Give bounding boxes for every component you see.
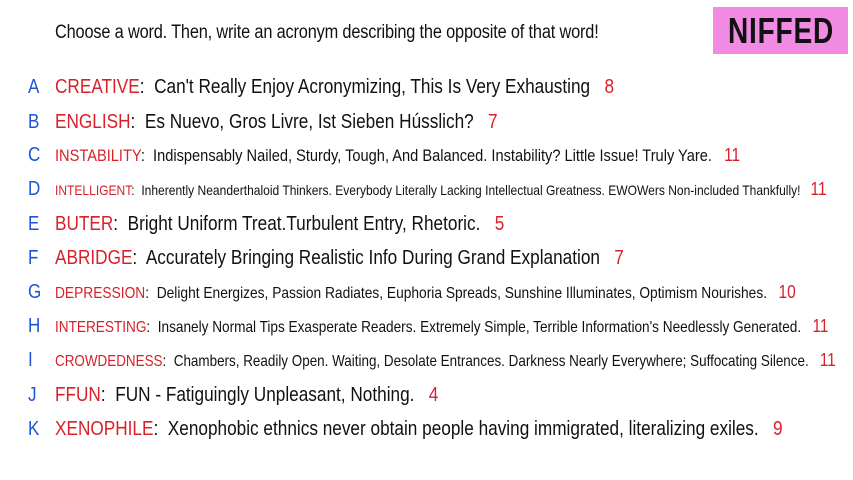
entry-score: 11 [810, 178, 827, 199]
entry-acronym: Chambers, Readily Open. Waiting, Desolat… [173, 352, 809, 370]
entry-letter: D [28, 177, 41, 200]
entry-acronym: Can't Really Enjoy Acronymizing, This Is… [154, 75, 591, 98]
entry-letter: C [28, 143, 41, 166]
entry-line: BUTER: Bright Uniform Treat.Turbulent En… [55, 213, 504, 236]
entry-acronym: Insanely Normal Tips Exasperate Readers.… [157, 318, 802, 336]
entry-separator: : [100, 383, 116, 406]
logo-text: NIFFED [727, 9, 834, 51]
entry-acronym: FUN - Fatiguingly Unpleasant, Nothing. [115, 383, 415, 406]
entry-line: DEPRESSION: Delight Energizes, Passion R… [55, 282, 796, 303]
entry-separator: : [131, 181, 142, 198]
entry-gap [480, 213, 494, 235]
entry-separator: : [145, 284, 157, 302]
entry-letter: F [28, 246, 39, 269]
entry-letter: G [28, 280, 42, 303]
entry-gap [767, 285, 778, 302]
entry-word: INSTABILITY [55, 145, 141, 165]
entry-separator: : [162, 352, 174, 370]
entry-score: 7 [614, 246, 624, 269]
entry-line: CREATIVE: Can't Really Enjoy Acronymizin… [55, 76, 614, 99]
entry-word: INTELLIGENT [55, 181, 132, 198]
entry-score: 7 [488, 110, 498, 133]
entry-score: 10 [778, 281, 796, 302]
niffed-logo: NIFFED [713, 7, 848, 54]
entry-row: J FFUN: FUN - Fatiguingly Unpleasant, Not… [0, 380, 853, 410]
entry-gap [809, 353, 820, 370]
entry-acronym: Inherently Neanderthaloid Thinkers. Ever… [141, 181, 801, 198]
entry-acronym: Bright Uniform Treat.Turbulent Entry, Rh… [127, 212, 481, 235]
entry-word: CROWDEDNESS [55, 352, 163, 370]
entry-row: I CROWDEDNESS: Chambers, Readily Open. Wa… [0, 345, 853, 375]
prompt-text: Choose a word. Then, write an acronym de… [55, 22, 599, 43]
entry-word: ABRIDGE [55, 246, 133, 269]
entry-score: 4 [428, 383, 439, 406]
entry-row: E BUTER: Bright Uniform Treat.Turbulent E… [0, 209, 853, 239]
entry-gap [801, 319, 812, 336]
entry-word: XENOPHILE [55, 417, 154, 440]
entry-word: CREATIVE [55, 75, 140, 98]
entry-separator: : [153, 417, 168, 440]
entry-gap [474, 111, 488, 133]
entry-separator: : [130, 110, 145, 133]
entry-score: 11 [724, 144, 741, 165]
entry-acronym: Es Nuevo, Gros Livre, Ist Sieben Hússlic… [144, 110, 474, 133]
entry-letter: E [28, 212, 40, 235]
entry-row: G DEPRESSION: Delight Energizes, Passion … [0, 277, 853, 307]
entry-word: BUTER [55, 212, 114, 235]
entry-row: F ABRIDGE: Accurately Bringing Realistic … [0, 243, 853, 273]
entry-gap [801, 182, 811, 198]
entry-gap [712, 146, 724, 165]
entry-line: ABRIDGE: Accurately Bringing Realistic I… [55, 247, 624, 270]
entry-letter: B [28, 110, 40, 133]
entry-line: FFUN: FUN - Fatiguingly Unpleasant, Noth… [55, 384, 438, 407]
entry-separator: : [146, 318, 158, 336]
entry-score: 11 [819, 349, 836, 370]
entry-row: A CREATIVE: Can't Really Enjoy Acronymizi… [0, 72, 853, 102]
entry-row: H INTERESTING: Insanely Normal Tips Exasp… [0, 311, 853, 341]
entry-line: INTELLIGENT: Inherently Neanderthaloid T… [55, 179, 827, 200]
entry-letter: H [28, 314, 41, 337]
entry-acronym: Delight Energizes, Passion Radiates, Eup… [156, 284, 768, 302]
entry-line: CROWDEDNESS: Chambers, Readily Open. Wai… [55, 350, 836, 371]
entry-letter: A [28, 75, 40, 98]
entry-score: 5 [494, 212, 505, 235]
entry-score: 11 [812, 315, 829, 336]
entry-line: XENOPHILE: Xenophobic ethnics never obta… [55, 418, 783, 441]
entry-row: D INTELLIGENT: Inherently Neanderthaloid … [0, 174, 853, 204]
entry-word: FFUN [55, 383, 101, 406]
entry-separator: : [113, 212, 128, 235]
entry-score: 8 [604, 75, 615, 98]
entry-row: C INSTABILITY: Indispensably Nailed, Stur… [0, 140, 853, 170]
entry-word: DEPRESSION [55, 284, 146, 302]
entry-gap [414, 384, 428, 406]
entry-separator: : [140, 145, 154, 165]
entry-acronym: Xenophobic ethnics never obtain people h… [167, 417, 759, 440]
entry-word: ENGLISH [55, 110, 131, 133]
entry-separator: : [139, 75, 155, 98]
entry-separator: : [132, 246, 146, 269]
entry-gap [590, 76, 604, 98]
entry-gap [600, 247, 614, 269]
entry-acronym: Accurately Bringing Realistic Info Durin… [145, 246, 600, 269]
entry-line: INSTABILITY: Indispensably Nailed, Sturd… [55, 145, 740, 166]
entry-line: ENGLISH: Es Nuevo, Gros Livre, Ist Siebe… [55, 111, 498, 134]
entry-line: INTERESTING: Insanely Normal Tips Exaspe… [55, 316, 828, 337]
entry-word: INTERESTING [55, 318, 147, 336]
entry-score: 9 [773, 417, 783, 440]
entry-letter: I [28, 348, 33, 371]
entry-gap [759, 418, 773, 440]
entry-row: B ENGLISH: Es Nuevo, Gros Livre, Ist Sieb… [0, 107, 853, 137]
entry-letter: J [28, 383, 37, 406]
entry-row: K XENOPHILE: Xenophobic ethnics never obt… [0, 414, 853, 444]
entry-acronym: Indispensably Nailed, Sturdy, Tough, And… [153, 145, 712, 165]
entry-letter: K [28, 417, 40, 440]
